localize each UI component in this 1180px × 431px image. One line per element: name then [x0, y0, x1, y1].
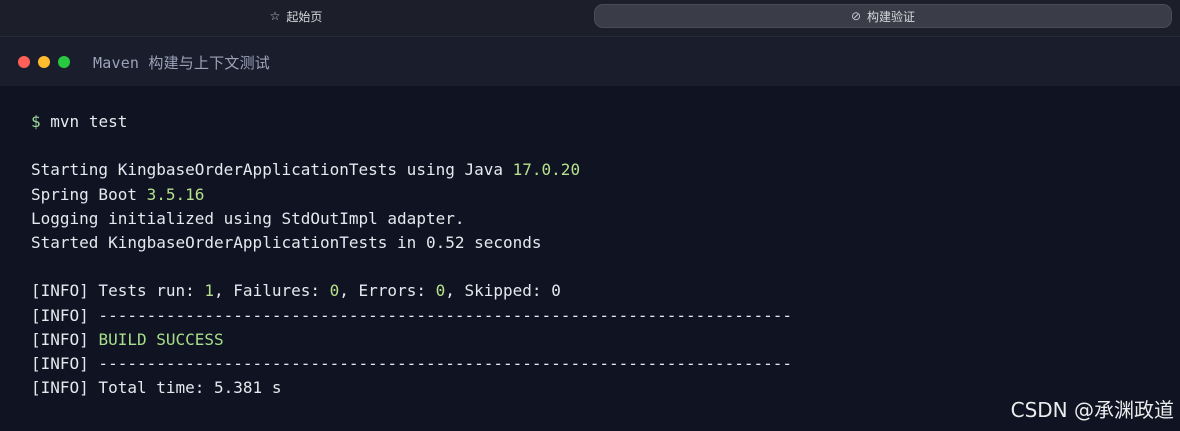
failures-count: 0	[329, 281, 340, 301]
command-line: $ mvn test	[31, 110, 792, 134]
prompt-symbol: $	[31, 112, 41, 131]
test-summary-line: [INFO] Tests run: 1, Failures: 0, Errors…	[31, 281, 561, 301]
build-status: BUILD SUCCESS	[98, 329, 224, 349]
command-text: mvn test	[50, 112, 128, 131]
build-status-line: [INFO] BUILD SUCCESS	[31, 329, 224, 349]
watermark: CSDN @承渊政道	[1010, 398, 1174, 422]
tab-start-page[interactable]: ☆ 起始页	[8, 4, 584, 28]
skipped-count: 0	[551, 281, 561, 301]
star-icon: ☆	[269, 9, 281, 23]
close-window-button[interactable]	[18, 56, 30, 68]
errors-count: 0	[435, 281, 446, 301]
output-line: Started KingbaseOrderApplicationTests in…	[31, 232, 542, 252]
total-time-line: [INFO] Total time: 5.381 s	[31, 378, 282, 398]
tab-label: 起始页	[286, 9, 323, 24]
output-line: Spring Boot 3.5.16	[31, 184, 205, 204]
output-line: Starting KingbaseOrderApplicationTests u…	[31, 160, 581, 180]
separator-line: [INFO] ---------------------------------…	[31, 305, 792, 325]
window-title: Maven 构建与上下文测试	[93, 54, 270, 72]
separator-line: [INFO] ---------------------------------…	[31, 353, 792, 373]
window-titlebar: Maven 构建与上下文测试	[0, 36, 1180, 86]
tab-build-verify[interactable]: ⊘ 构建验证	[594, 4, 1172, 28]
terminal-output: $ mvn test Starting KingbaseOrderApplica…	[31, 110, 792, 400]
zoom-window-button[interactable]	[58, 56, 70, 68]
spring-boot-version: 3.5.16	[146, 184, 205, 204]
compass-icon: ⊘	[850, 9, 862, 23]
tab-label: 构建验证	[867, 9, 916, 24]
output-line: Logging initialized using StdOutImpl ada…	[31, 208, 465, 228]
tests-run-count: 1	[204, 281, 215, 301]
java-version: 17.0.20	[512, 160, 581, 180]
tab-bar: ☆ 起始页 ⊘ 构建验证	[0, 0, 1180, 36]
minimize-window-button[interactable]	[38, 56, 50, 68]
